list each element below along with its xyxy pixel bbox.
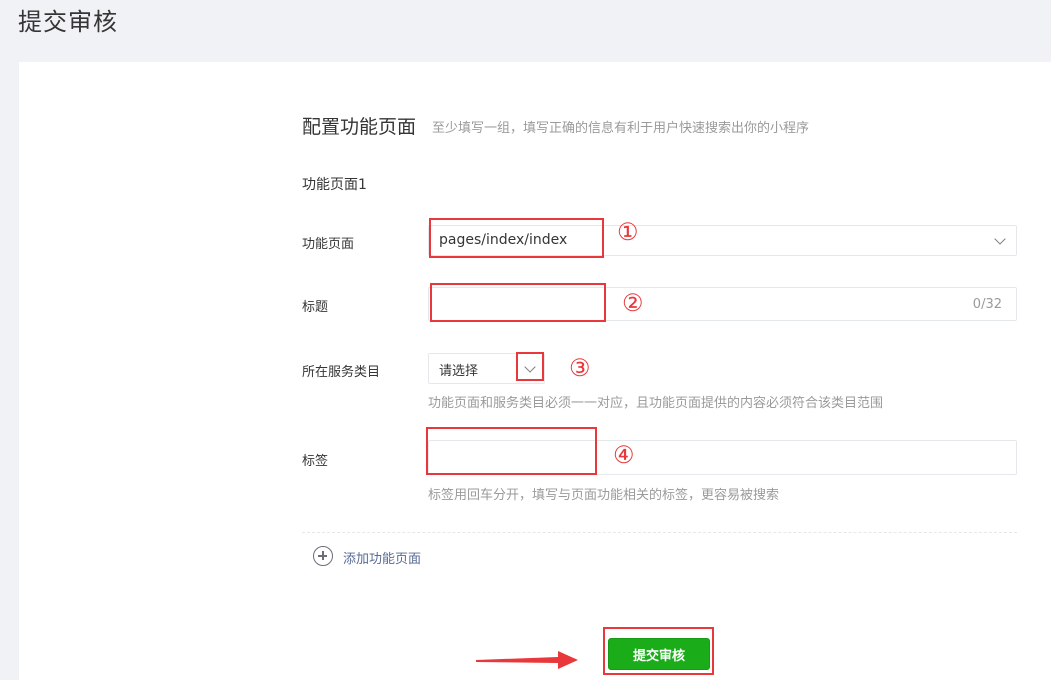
- plus-circle-icon[interactable]: [313, 546, 333, 566]
- function-page-label: 功能页面: [302, 237, 355, 252]
- annotation-marker-2: ②: [622, 289, 644, 317]
- annotation-marker-1: ①: [617, 218, 639, 246]
- group-title: 功能页面1: [302, 177, 367, 193]
- section-tip: 至少填写一组，填写正确的信息有利于用户快速搜索出你的小程序: [432, 121, 810, 136]
- section-title: 配置功能页面: [302, 116, 417, 138]
- chevron-down-icon: [994, 233, 1006, 245]
- annotation-box-3: [516, 352, 544, 381]
- annotation-marker-3: ③: [569, 354, 591, 382]
- tags-label: 标签: [302, 454, 329, 469]
- annotation-marker-4: ④: [613, 441, 635, 469]
- annotation-box-2: [430, 283, 606, 322]
- title-char-counter: 0/32: [972, 297, 1002, 312]
- category-label: 所在服务类目: [302, 365, 381, 380]
- add-function-page-link[interactable]: 添加功能页面: [343, 548, 421, 567]
- category-value: 请选择: [439, 364, 479, 379]
- annotation-box-1: [429, 218, 604, 258]
- page-title: 提交审核: [18, 8, 118, 36]
- category-hint: 功能页面和服务类目必须一一对应，且功能页面提供的内容必须符合该类目范围: [428, 396, 884, 411]
- tags-hint: 标签用回车分开，填写与页面功能相关的标签，更容易被搜索: [428, 488, 780, 503]
- annotation-box-submit: [603, 627, 714, 675]
- annotation-box-4: [426, 427, 597, 475]
- arrow-right-icon: [476, 651, 578, 669]
- section-divider: [302, 532, 1017, 533]
- title-label: 标题: [302, 300, 329, 315]
